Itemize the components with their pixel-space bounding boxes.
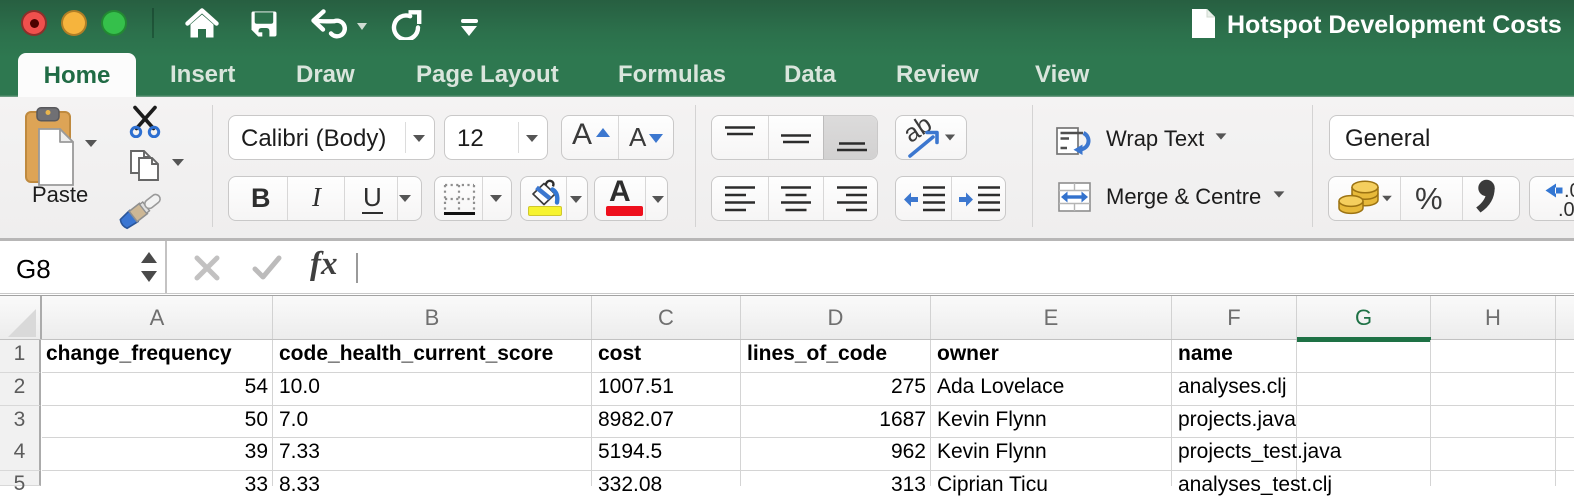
svg-text:.00: .00	[1558, 199, 1574, 219]
